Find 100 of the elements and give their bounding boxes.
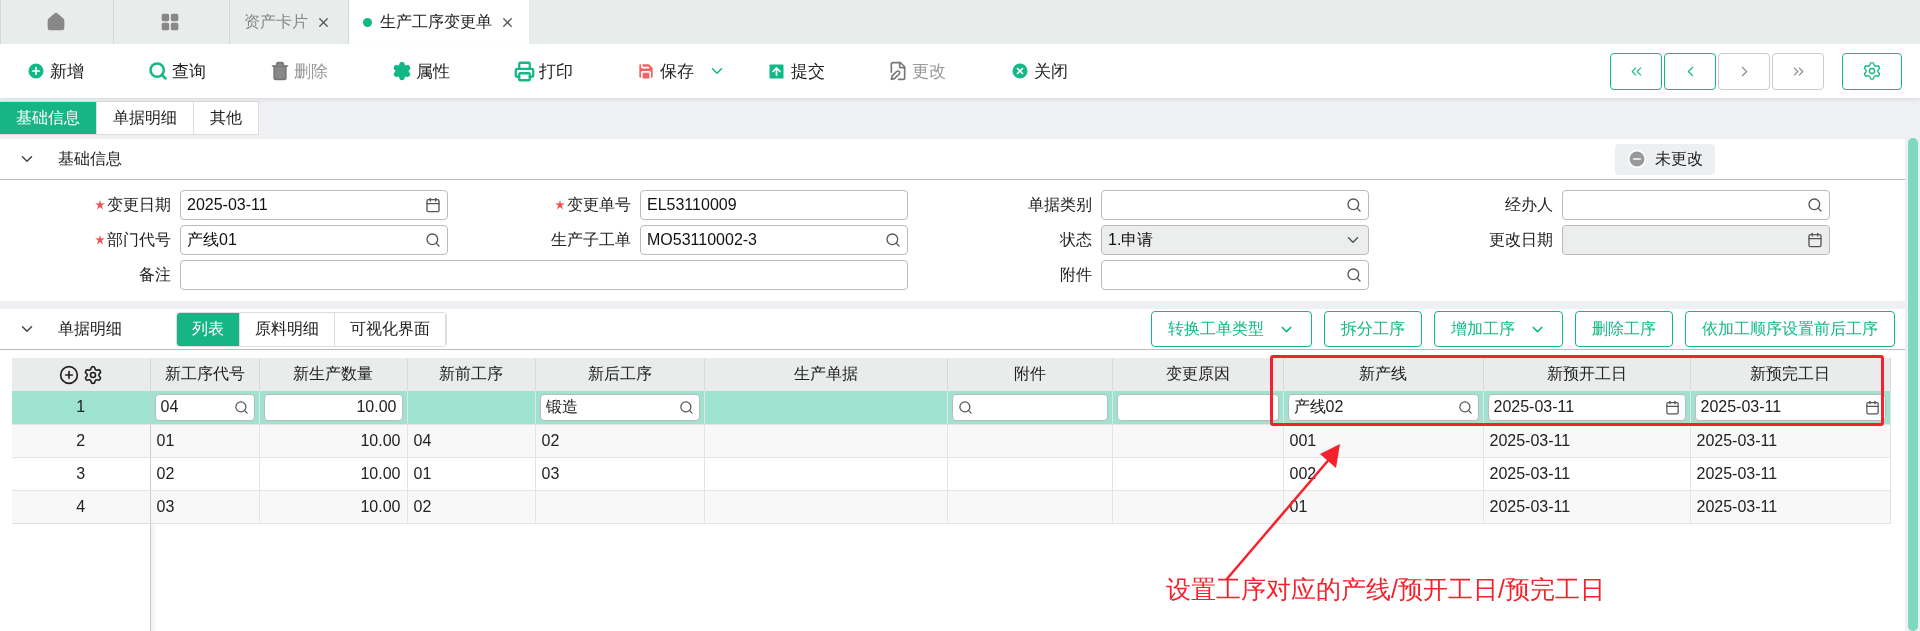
gear-icon [392, 61, 412, 81]
section-tab[interactable]: 单据明细 [97, 101, 194, 135]
scrollbar[interactable] [1908, 138, 1918, 631]
search-icon [425, 232, 441, 248]
printer-icon [514, 60, 535, 82]
add-icon [26, 61, 46, 81]
table-cell: 2025-03-11 [1483, 457, 1690, 490]
cell-input[interactable]: 2025-03-11 [1694, 393, 1886, 421]
table-cell: 2025-03-11 [1690, 457, 1890, 490]
settings-icon [1862, 61, 1882, 81]
field-label: 变更单号 [567, 194, 631, 215]
row-number: 2 [12, 424, 150, 457]
section-title: 基础信息 [58, 148, 122, 169]
section-title: 单据明细 [58, 318, 122, 339]
field-label: 经办人 [1505, 194, 1553, 215]
add-row-icon[interactable] [58, 364, 79, 385]
search-icon [885, 232, 901, 248]
date-field[interactable]: 2025-03-11 [180, 190, 448, 220]
table-cell: 2025-03-11 [1690, 490, 1890, 523]
cell-input[interactable]: 10.00 [263, 393, 403, 421]
tab-label: 资产卡片 [244, 11, 308, 32]
column-header: 变更原因 [1112, 358, 1283, 391]
toolbar-button[interactable]: 新增 [26, 59, 148, 83]
lookup-field[interactable]: MO53110002-3 [640, 225, 908, 255]
row-number: 1 [12, 391, 150, 424]
field-label: 备注 [139, 264, 171, 285]
cell-input[interactable]: 04 [154, 393, 255, 421]
lookup-field[interactable] [1101, 260, 1369, 290]
cell-input[interactable]: 锻造 [539, 393, 700, 421]
cell-input[interactable]: 产线02 [1287, 393, 1479, 421]
search-icon [148, 61, 168, 81]
tab-label: 生产工序变更单 [380, 11, 492, 32]
home-icon [45, 12, 66, 32]
field-label: 变更日期 [107, 194, 171, 215]
trash-icon [270, 61, 290, 81]
search-icon [233, 399, 249, 415]
column-header: 生产单据 [704, 358, 947, 391]
field-label: 生产子工单 [551, 229, 631, 250]
table-cell: 01 [407, 457, 535, 490]
section-tab[interactable]: 其他 [194, 101, 259, 135]
previous-button[interactable] [1664, 52, 1716, 90]
table-cell: 2025-03-11 [1690, 424, 1890, 457]
cell-input[interactable] [1116, 393, 1279, 421]
table-cell: 10.00 [259, 424, 407, 457]
settings-button[interactable] [1842, 52, 1902, 90]
table-cell: 04 [407, 424, 535, 457]
toolbar-button[interactable]: 属性 [392, 59, 514, 83]
column-header: 新预完工日 [1690, 358, 1890, 391]
active-dot [363, 17, 372, 27]
toolbar-button[interactable]: 关闭 [1010, 59, 1132, 83]
toolbar-button[interactable]: 查询 [148, 59, 270, 83]
text-field[interactable] [180, 260, 908, 290]
table-cell: 2025-03-11 [1483, 490, 1690, 523]
toolbar-button[interactable]: 打印 [514, 59, 636, 83]
column-header: 新产线 [1283, 358, 1483, 391]
lookup-field[interactable] [1101, 190, 1369, 220]
first-page-button[interactable] [1610, 52, 1662, 90]
status-text: 未更改 [1655, 148, 1703, 169]
cell-input[interactable] [951, 393, 1108, 421]
minus-icon [1627, 149, 1647, 169]
lookup-field[interactable] [1562, 190, 1830, 220]
search-icon [957, 399, 973, 415]
annotation-text: 设置工序对应的产线/预开工日/预完工日 [1166, 574, 1605, 605]
close-icon [1010, 61, 1030, 81]
calendar-icon [1807, 232, 1823, 248]
window-tab[interactable]: 生产工序变更单 [348, 0, 529, 44]
table-cell: 10.00 [259, 457, 407, 490]
field-label: 部门代号 [107, 229, 171, 250]
table-cell: 03 [535, 457, 704, 490]
table-cell: 10.00 [259, 490, 407, 523]
table-cell: 2025-03-11 [1483, 424, 1690, 457]
row-number: 4 [12, 490, 150, 523]
search-icon [678, 399, 694, 415]
settings-icon[interactable] [82, 364, 103, 385]
search-icon [1457, 399, 1473, 415]
cell-input[interactable]: 2025-03-11 [1487, 393, 1686, 421]
column-header: 新工序代号 [150, 358, 259, 391]
row-number: 3 [12, 457, 150, 490]
calendar-icon [1864, 399, 1880, 415]
column-header: 新预开工日 [1483, 358, 1690, 391]
table-cell: 01 [150, 424, 259, 457]
status-select[interactable]: 1.申请 [1101, 225, 1369, 255]
toolbar-button[interactable]: 保存 [636, 59, 766, 83]
save-icon [636, 61, 656, 81]
grid-icon [160, 12, 180, 32]
table-cell: 02 [150, 457, 259, 490]
table-cell: 02 [407, 490, 535, 523]
edit-icon [888, 61, 908, 81]
text-field[interactable]: EL53110009 [640, 190, 908, 220]
column-header: 新生产数量 [259, 358, 407, 391]
column-header: 新前工序 [407, 358, 535, 391]
column-header: 新后工序 [535, 358, 704, 391]
field-label: 状态 [1060, 229, 1092, 250]
field-label: 更改日期 [1489, 229, 1553, 250]
lookup-field[interactable]: 产线01 [180, 225, 448, 255]
field-label: 附件 [1060, 264, 1092, 285]
calendar-icon [425, 197, 441, 213]
field-label: 单据类别 [1028, 194, 1092, 215]
toolbar-button[interactable]: 提交 [766, 59, 888, 83]
column-header: 附件 [947, 358, 1112, 391]
